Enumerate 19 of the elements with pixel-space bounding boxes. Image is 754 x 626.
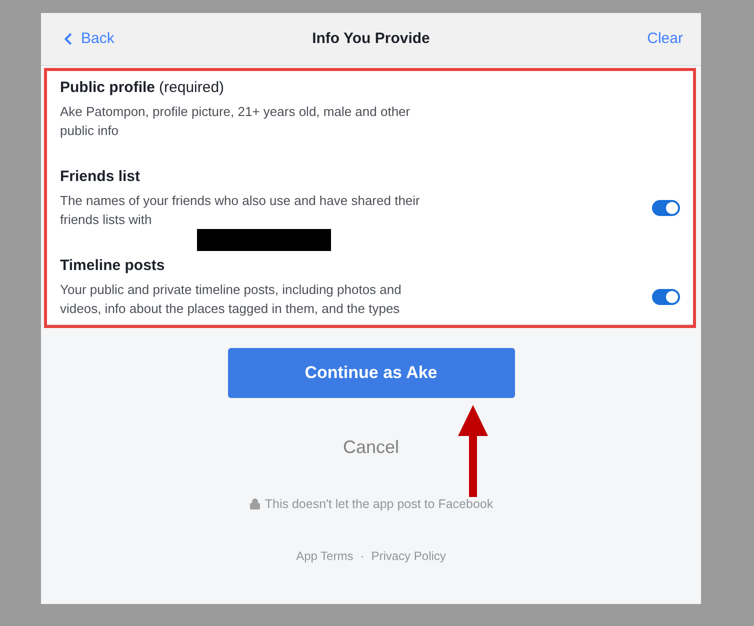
permission-description: Your public and private timeline posts, including photos and videos, info about the places tagged in them, and the types [60,280,402,318]
privacy-policy-link[interactable]: Privacy Policy [371,546,446,565]
cancel-link[interactable]: Cancel [342,434,400,461]
toggle-switch[interactable] [652,288,680,304]
dialog-title: Info You Provide [312,28,430,49]
notice-text: This doesn't let the app post to Facebook [264,496,494,513]
permission-description: Ake Patompon, profile picture, 21+ years old, male and other public info [60,102,412,140]
separator-dot: · [360,548,364,565]
permission-note: (required) [159,78,224,98]
toggle-switch[interactable] [652,200,680,216]
continue-button[interactable]: Continue as Ake [228,348,514,398]
back-link[interactable]: Back [59,28,139,50]
lock-icon [248,498,261,510]
clear-link[interactable]: Clear [602,28,683,50]
permission-description: The names of your friends who also use and have shared their friends lists with [60,192,421,228]
permission-title: Public profile [60,78,156,98]
app-terms-link[interactable]: App Terms [296,546,354,565]
permission-title: Timeline posts [60,256,165,276]
permission-title: Friends list [60,167,140,187]
